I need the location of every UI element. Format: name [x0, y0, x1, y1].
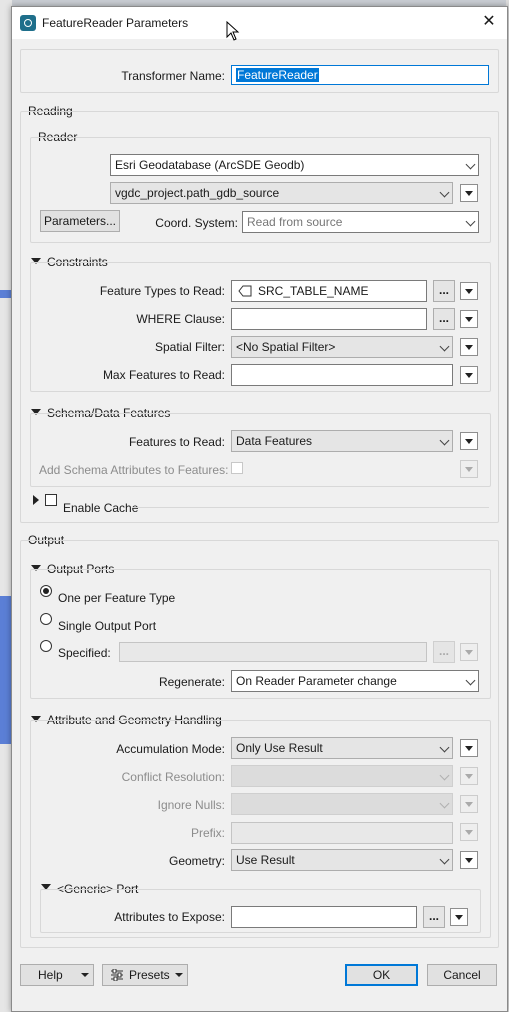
- enable-cache-label: Enable Cache: [63, 501, 139, 515]
- help-dropdown-icon: [81, 973, 89, 977]
- conflict-resolution-select[interactable]: [231, 765, 453, 787]
- add-schema-label: Add Schema Attributes to Features:: [39, 463, 229, 477]
- regenerate-label: Regenerate:: [158, 675, 225, 689]
- coord-system-label: Coord. System:: [155, 216, 238, 230]
- specified-browse-button[interactable]: ...: [433, 641, 455, 663]
- max-features-input[interactable]: [231, 364, 453, 386]
- geometry-select[interactable]: Use Result: [231, 849, 453, 871]
- dialog-body: Transformer Name: FeatureReader Reading …: [12, 39, 507, 1011]
- radio-specified[interactable]: [40, 640, 52, 652]
- window-title: FeatureReader Parameters: [42, 16, 189, 30]
- spatial-filter-label: Spatial Filter:: [154, 340, 225, 354]
- cache-divider: [132, 507, 489, 508]
- conflict-resolution-label: Conflict Resolution:: [121, 770, 225, 784]
- transformer-name-label: Transformer Name:: [121, 69, 225, 83]
- specified-label: Specified:: [58, 646, 111, 660]
- specified-input[interactable]: [119, 642, 427, 662]
- max-features-menu-button[interactable]: [460, 366, 478, 384]
- where-clause-menu-button[interactable]: [460, 310, 478, 328]
- prefix-input[interactable]: [231, 822, 453, 844]
- help-button[interactable]: Help: [20, 964, 94, 986]
- attributes-to-expose-menu-button[interactable]: [450, 908, 468, 926]
- spatial-filter-menu-button[interactable]: [460, 338, 478, 356]
- features-to-read-menu-button[interactable]: [460, 432, 478, 450]
- feature-types-input[interactable]: SRC_TABLE_NAME: [231, 280, 427, 302]
- presets-sliders-icon: [111, 969, 123, 981]
- geometry-menu-button[interactable]: [460, 851, 478, 869]
- format-select[interactable]: Esri Geodatabase (ArcSDE Geodb): [110, 154, 479, 176]
- radio-one-per-feature-type[interactable]: [40, 585, 52, 597]
- ignore-nulls-select[interactable]: [231, 793, 453, 815]
- conflict-resolution-menu-button[interactable]: [460, 767, 478, 785]
- features-to-read-label: Features to Read:: [128, 435, 225, 449]
- feature-type-tag-icon: [238, 285, 252, 297]
- prefix-label: Prefix:: [190, 826, 225, 840]
- accumulation-mode-select[interactable]: Only Use Result: [231, 737, 453, 759]
- connection-menu-button[interactable]: [460, 184, 478, 202]
- radio-single-output-port[interactable]: [40, 613, 52, 625]
- max-features-label: Max Features to Read:: [102, 368, 225, 382]
- cancel-button[interactable]: Cancel: [427, 964, 497, 986]
- transformer-name-input[interactable]: FeatureReader: [231, 65, 489, 85]
- parameters-button[interactable]: Parameters...: [40, 210, 120, 232]
- ignore-nulls-menu-button[interactable]: [460, 795, 478, 813]
- attributes-to-expose-label: Attributes to Expose:: [114, 910, 225, 924]
- attributes-to-expose-input[interactable]: [231, 906, 417, 928]
- where-clause-browse-button[interactable]: ...: [433, 308, 455, 330]
- accumulation-mode-label: Accumulation Mode:: [116, 742, 225, 756]
- regenerate-select[interactable]: On Reader Parameter change: [231, 670, 479, 692]
- add-schema-checkbox[interactable]: [231, 462, 243, 474]
- accumulation-mode-menu-button[interactable]: [460, 739, 478, 757]
- feature-types-browse-button[interactable]: ...: [433, 280, 455, 302]
- spatial-filter-select[interactable]: <No Spatial Filter>: [231, 336, 453, 358]
- one-per-feature-type-label: One per Feature Type: [58, 591, 176, 605]
- ignore-nulls-label: Ignore Nulls:: [157, 798, 225, 812]
- cache-expand-icon[interactable]: [33, 495, 39, 505]
- close-icon[interactable]: ✕: [477, 11, 501, 33]
- feature-types-menu-button[interactable]: [460, 282, 478, 300]
- feature-reader-dialog: FeatureReader Parameters ✕ Transformer N…: [11, 6, 508, 1012]
- prefix-menu-button[interactable]: [460, 823, 478, 841]
- attributes-to-expose-browse-button[interactable]: ...: [423, 906, 445, 928]
- coord-system-select[interactable]: Read from source: [242, 211, 479, 233]
- presets-dropdown-icon: [175, 973, 183, 977]
- where-clause-label: WHERE Clause:: [136, 312, 225, 326]
- presets-button[interactable]: Presets: [102, 964, 188, 986]
- single-output-port-label: Single Output Port: [58, 619, 157, 633]
- feature-types-label: Feature Types to Read:: [99, 284, 225, 298]
- features-to-read-select[interactable]: Data Features: [231, 430, 453, 452]
- where-clause-input[interactable]: [231, 308, 427, 330]
- geometry-label: Geometry:: [168, 854, 225, 868]
- enable-cache-checkbox[interactable]: [45, 494, 57, 506]
- specified-menu-button[interactable]: [460, 643, 478, 661]
- connection-select[interactable]: vgdc_project.path_gdb_source: [110, 182, 453, 204]
- ok-button[interactable]: OK: [345, 964, 418, 986]
- title-bar: FeatureReader Parameters ✕: [12, 7, 507, 41]
- mouse-cursor-icon: [226, 21, 240, 41]
- add-schema-menu-button[interactable]: [460, 460, 478, 478]
- app-icon: [20, 15, 36, 31]
